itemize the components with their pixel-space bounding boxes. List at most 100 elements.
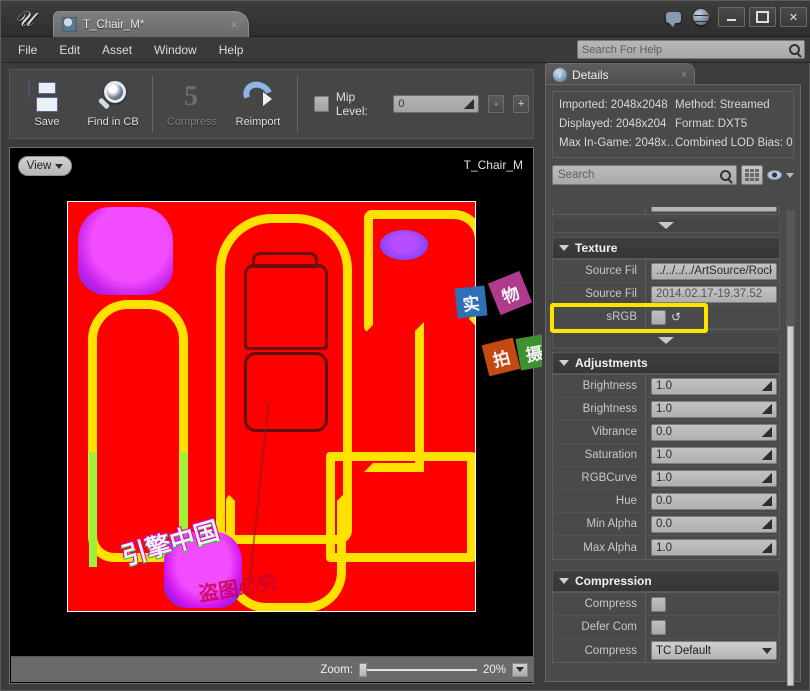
minimize-button[interactable] xyxy=(718,7,745,27)
mip-increment-button[interactable]: + xyxy=(513,95,529,113)
view-menu-button[interactable]: View xyxy=(18,156,72,176)
details-search-row: Search xyxy=(552,164,794,186)
spinner-icon[interactable] xyxy=(762,404,772,414)
browser-globe-icon[interactable] xyxy=(688,4,714,30)
property-row-texture-group[interactable]: Texture Gr World xyxy=(553,207,779,214)
property-label: Max Alpha xyxy=(559,542,645,554)
menu-item-asset[interactable]: Asset xyxy=(91,39,143,61)
source-file-input[interactable]: ../../../../ArtSource/Rock xyxy=(651,263,777,280)
brightness-input[interactable]: 1.0 xyxy=(651,378,777,395)
property-row-max-alpha[interactable]: Max Alpha 1.0 xyxy=(553,536,779,559)
property-row-brightness-curve[interactable]: Brightness 1.0 xyxy=(553,398,779,421)
property-row-srgb[interactable]: sRGB ↺ xyxy=(553,306,779,329)
menu-item-window[interactable]: Window xyxy=(143,39,208,61)
info-format: Format: DXT5 xyxy=(675,115,793,134)
zoom-slider[interactable] xyxy=(359,669,477,671)
visibility-icon[interactable] xyxy=(767,170,782,180)
reimport-button[interactable]: Reimport xyxy=(227,73,289,135)
info-lod-bias: Combined LOD Bias: 0 xyxy=(675,134,793,153)
property-row-compress-without-alpha[interactable]: Compress xyxy=(553,593,779,616)
defer-compression-checkbox[interactable] xyxy=(651,620,666,635)
section-header-compression[interactable]: Compression xyxy=(552,570,780,592)
find-in-content-browser-button[interactable]: Find in CB xyxy=(82,73,144,135)
menu-item-edit[interactable]: Edit xyxy=(48,39,91,61)
close-icon[interactable]: × xyxy=(681,69,687,81)
saturation-input[interactable]: 1.0 xyxy=(651,447,777,464)
property-row-brightness[interactable]: Brightness 1.0 xyxy=(553,375,779,398)
hue-input[interactable]: 0.0 xyxy=(651,493,777,510)
source-file-timestamp-input[interactable]: 2014.02.17-19.37.52 xyxy=(651,286,777,303)
view-menu-label: View xyxy=(27,160,52,172)
srgb-checkbox[interactable] xyxy=(651,310,666,325)
spinner-icon[interactable] xyxy=(762,519,772,529)
spinner-icon[interactable] xyxy=(762,496,772,506)
property-label: Defer Com xyxy=(559,621,645,633)
title-bar: 𝒰 T_Chair_M* × ✕ xyxy=(1,1,810,37)
help-search-input[interactable]: Search For Help xyxy=(577,40,805,59)
close-icon[interactable]: × xyxy=(228,18,240,31)
zoom-dropdown-button[interactable] xyxy=(512,663,528,677)
menu-item-file[interactable]: File xyxy=(7,39,48,61)
property-row-rgbcurve[interactable]: RGBCurve 1.0 xyxy=(553,467,779,490)
chevron-down-icon xyxy=(55,164,63,169)
vibrance-input[interactable]: 0.0 xyxy=(651,424,777,441)
compression-settings-dropdown[interactable]: TC Default xyxy=(651,641,777,660)
find-in-cb-label: Find in CB xyxy=(87,116,138,128)
spinner-icon[interactable] xyxy=(762,543,772,553)
zoom-slider-thumb[interactable] xyxy=(359,663,367,677)
mip-level-checkbox[interactable] xyxy=(314,96,329,112)
asset-tab-t-chair-m[interactable]: T_Chair_M* × xyxy=(53,11,249,37)
property-row-min-alpha[interactable]: Min Alpha 0.0 xyxy=(553,513,779,536)
chevron-down-icon[interactable] xyxy=(786,173,794,178)
brightness-curve-input[interactable]: 1.0 xyxy=(651,401,777,418)
expand-advanced-button-2[interactable] xyxy=(552,334,780,348)
rgbcurve-input[interactable]: 1.0 xyxy=(651,470,777,487)
texture-group-dropdown[interactable]: World xyxy=(651,207,777,212)
details-scrollbar[interactable] xyxy=(785,209,796,679)
details-scrollbar-thumb[interactable] xyxy=(787,326,794,686)
compress-checkbox[interactable] xyxy=(651,597,666,612)
spinner-icon[interactable] xyxy=(762,450,772,460)
grid-view-icon[interactable] xyxy=(741,165,763,185)
section-header-adjustments[interactable]: Adjustments xyxy=(552,352,780,374)
texture-shape-lower-right xyxy=(326,452,476,562)
property-row-compression-settings[interactable]: Compress TC Default xyxy=(553,639,779,662)
texture-shape-pad-topleft xyxy=(78,207,173,295)
property-row-vibrance[interactable]: Vibrance 0.0 xyxy=(553,421,779,444)
property-row-hue[interactable]: Hue 0.0 xyxy=(553,490,779,513)
texture-shape-pad-bottom xyxy=(164,532,242,608)
texture-viewport[interactable]: View T_Chair_M xyxy=(9,147,534,684)
maximize-button[interactable] xyxy=(749,7,776,27)
property-row-source-file[interactable]: Source Fil ../../../../ArtSource/Rock xyxy=(553,260,779,283)
property-row-source-file-timestamp[interactable]: Source Fil 2014.02.17-19.37.52 xyxy=(553,283,779,306)
property-label: Vibrance xyxy=(559,426,645,438)
spinner-icon[interactable] xyxy=(762,473,772,483)
spinner-icon[interactable] xyxy=(762,381,772,391)
details-tab[interactable]: i Details × xyxy=(545,63,695,85)
spinner-icon[interactable] xyxy=(464,99,474,109)
min-alpha-input[interactable]: 0.0 xyxy=(651,516,777,533)
max-alpha-input[interactable]: 1.0 xyxy=(651,539,777,556)
texture-name-overlay: T_Chair_M xyxy=(464,158,523,172)
texture-preview-image: 引擎中国 盗图必究 xyxy=(67,201,476,612)
property-value: World xyxy=(656,207,762,209)
details-scroll-area[interactable]: LOD Bias 0 Texture Gr xyxy=(548,207,800,681)
mip-level-input[interactable]: 0 xyxy=(393,95,479,113)
spinner-icon[interactable] xyxy=(762,427,772,437)
property-row-saturation[interactable]: Saturation 1.0 xyxy=(553,444,779,467)
property-label: Brightness xyxy=(559,403,645,415)
expand-advanced-button-1[interactable] xyxy=(552,219,780,233)
feedback-bubble-icon[interactable] xyxy=(660,4,686,30)
menu-item-help[interactable]: Help xyxy=(208,39,255,61)
property-row-defer-compression[interactable]: Defer Com xyxy=(553,616,779,639)
details-search-input[interactable]: Search xyxy=(552,165,737,185)
texture-shape-inner-frame-seat xyxy=(244,352,328,432)
property-value: 2014.02.17-19.37.52 xyxy=(656,288,772,300)
zoom-percent-label: 20% xyxy=(483,664,506,676)
chevron-down-icon xyxy=(559,245,569,251)
reset-to-default-icon[interactable]: ↺ xyxy=(671,310,681,324)
section-header-texture[interactable]: Texture xyxy=(552,237,780,259)
close-button[interactable]: ✕ xyxy=(780,7,807,27)
mip-decrement-button[interactable]: - xyxy=(488,95,504,113)
save-button[interactable]: Save xyxy=(16,73,78,135)
